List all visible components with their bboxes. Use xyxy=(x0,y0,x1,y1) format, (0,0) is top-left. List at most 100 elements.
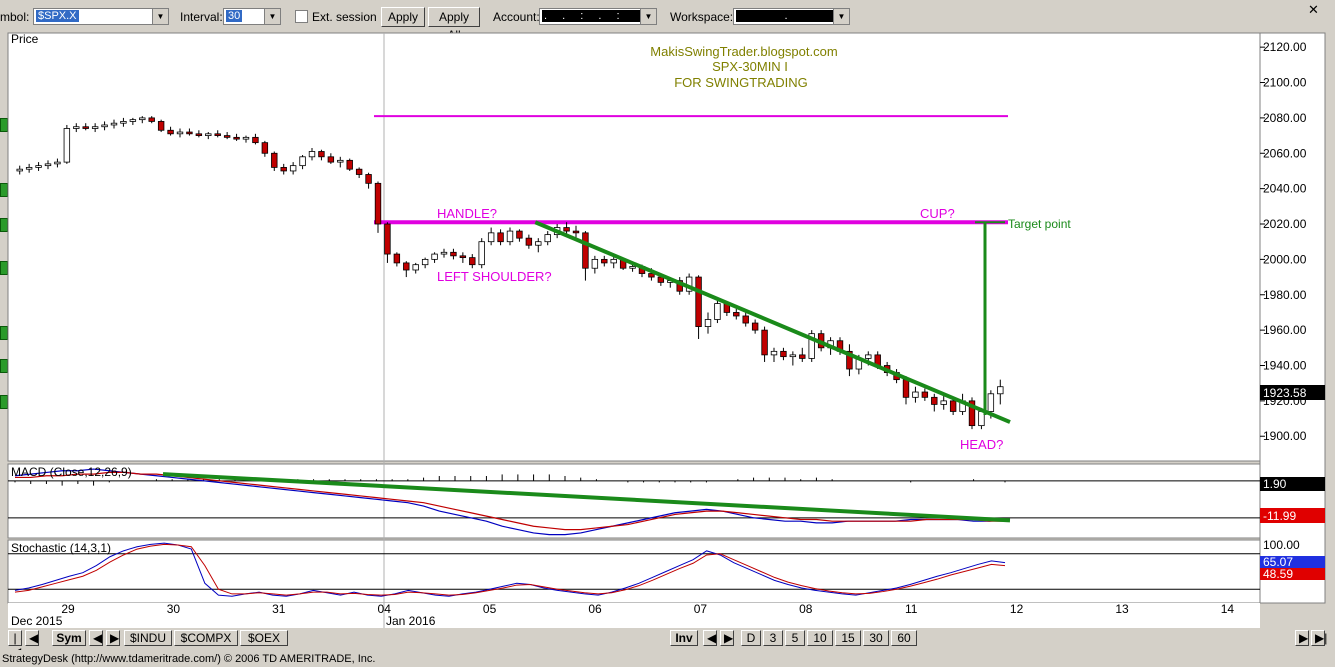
candle-body xyxy=(242,136,250,140)
candle-body xyxy=(742,315,749,324)
candle-body xyxy=(384,223,391,255)
candle-body xyxy=(271,152,278,168)
interval-tab-15[interactable]: 15 xyxy=(835,630,861,646)
price-tick-label: 2000.00 xyxy=(1263,252,1307,266)
sym-button[interactable]: Sym xyxy=(52,630,86,646)
candle-body xyxy=(167,129,174,135)
interval-tab-3[interactable]: 3 xyxy=(763,630,783,646)
annotation-cup: CUP? xyxy=(920,206,955,221)
candle-body xyxy=(327,156,335,163)
symbol-tab-oex[interactable]: $OEX xyxy=(240,630,288,646)
macd-panel-title: MACD (Close,12,26,9) xyxy=(11,465,132,479)
candle-body xyxy=(44,163,52,167)
annotation-purpose: FOR SWINGTRADING xyxy=(674,75,808,90)
candle-body xyxy=(987,393,995,412)
scroll-end-icon[interactable]: ▶| xyxy=(1311,630,1327,646)
annotation-blog: MakisSwingTrader.blogspot.com xyxy=(650,44,837,59)
candle-body xyxy=(761,329,768,356)
inv-button[interactable]: Inv xyxy=(670,630,698,646)
bottom-toolbar: |◀ ◀ Sym ◀ ▶ $INDU $COMPX $OEX Inv ◀ ▶ D… xyxy=(0,628,1335,659)
candle-body xyxy=(780,350,787,358)
candle-body xyxy=(280,167,287,172)
candle-body xyxy=(101,124,108,128)
prev-interval-icon[interactable]: ◀ xyxy=(703,630,717,646)
candle-body xyxy=(82,126,89,129)
time-tick-label: 31 xyxy=(272,602,286,616)
symbol-tab-indu[interactable]: $INDU xyxy=(124,630,172,646)
candle-body xyxy=(299,156,306,167)
candle-body xyxy=(497,232,504,243)
symbol-tab-compx[interactable]: $COMPX xyxy=(174,630,238,646)
time-tick-label: 05 xyxy=(483,602,497,616)
candle-body xyxy=(393,253,401,264)
interval-tab-60[interactable]: 60 xyxy=(891,630,917,646)
candle-body xyxy=(148,117,155,122)
next-symbol-icon[interactable]: ▶ xyxy=(106,630,120,646)
month-label-jan: Jan 2016 xyxy=(386,614,436,628)
price-panel xyxy=(7,32,1261,462)
month-label-dec: Dec 2015 xyxy=(11,614,63,628)
time-tick-label: 14 xyxy=(1221,602,1235,616)
stochastic-panel-title: Stochastic (14,3,1) xyxy=(11,541,111,555)
last-price-label: 1923.58 xyxy=(1263,386,1307,400)
scroll-right-icon[interactable]: ▶ xyxy=(1295,630,1309,646)
candle-body xyxy=(591,258,599,269)
candle-body xyxy=(582,232,589,269)
candle-body xyxy=(346,159,353,170)
chart-area: 2120.00 2100.00 2080.00 2060.00 2040.00 2020.… xyxy=(7,32,1326,628)
candle-body xyxy=(431,253,438,260)
interval-tab-d[interactable]: D xyxy=(741,630,761,646)
macd-value-label: 1.90 xyxy=(1263,477,1287,491)
candle-body xyxy=(308,151,316,158)
candle-body xyxy=(176,131,184,135)
candle-body xyxy=(25,167,33,170)
interval-tab-10[interactable]: 10 xyxy=(807,630,833,646)
time-tick-label: 11 xyxy=(905,602,918,616)
candle-body xyxy=(714,303,721,320)
first-icon[interactable]: |◀ xyxy=(8,630,22,659)
time-tick-label: 12 xyxy=(1010,602,1024,616)
candle-body xyxy=(450,251,457,257)
price-tick-label: 1900.00 xyxy=(1263,429,1307,443)
candle-body xyxy=(516,230,523,239)
next-interval-icon[interactable]: ▶ xyxy=(720,630,734,646)
candle-body xyxy=(478,241,485,266)
stoch-max-label: 100.00 xyxy=(1263,538,1300,552)
interval-tab-30[interactable]: 30 xyxy=(863,630,889,646)
candle-body xyxy=(535,241,542,246)
candle-body xyxy=(572,230,580,234)
candle-body xyxy=(704,319,712,327)
price-tick-label: 2020.00 xyxy=(1263,217,1307,231)
candle-body xyxy=(318,151,325,158)
prev-icon[interactable]: ◀ xyxy=(25,630,39,646)
annotation-target-point: Target point xyxy=(1008,217,1071,231)
candle-body xyxy=(120,121,127,124)
candle-body xyxy=(733,312,740,317)
price-panel-title: Price xyxy=(11,32,39,46)
annotation-left-shoulder: LEFT SHOULDER? xyxy=(437,269,552,284)
status-bar: StrategyDesk (http://www.tdameritrade.co… xyxy=(0,650,1335,667)
candle-body xyxy=(931,396,938,405)
candle-body xyxy=(157,121,165,131)
candle-body xyxy=(610,258,617,264)
candle-body xyxy=(469,257,476,266)
candle-body xyxy=(563,227,570,232)
candle-body xyxy=(487,232,495,243)
candle-body xyxy=(421,258,429,266)
annotation-head: HEAD? xyxy=(960,437,1003,452)
candle-body xyxy=(63,128,71,163)
prev-symbol-icon[interactable]: ◀ xyxy=(89,630,103,646)
candle-body xyxy=(440,251,448,255)
time-tick-label: 07 xyxy=(694,602,708,616)
candle-body xyxy=(902,379,910,398)
candle-body xyxy=(337,159,344,163)
interval-tab-5[interactable]: 5 xyxy=(785,630,805,646)
time-tick-label: 06 xyxy=(588,602,602,616)
status-text: StrategyDesk (http://www.tdameritrade.co… xyxy=(2,653,376,665)
candle-body xyxy=(912,391,919,398)
candle-body xyxy=(186,131,193,135)
time-tick-label: 13 xyxy=(1115,602,1129,616)
candle-body xyxy=(355,168,363,175)
candle-body xyxy=(129,119,137,122)
candle-body xyxy=(233,136,240,140)
